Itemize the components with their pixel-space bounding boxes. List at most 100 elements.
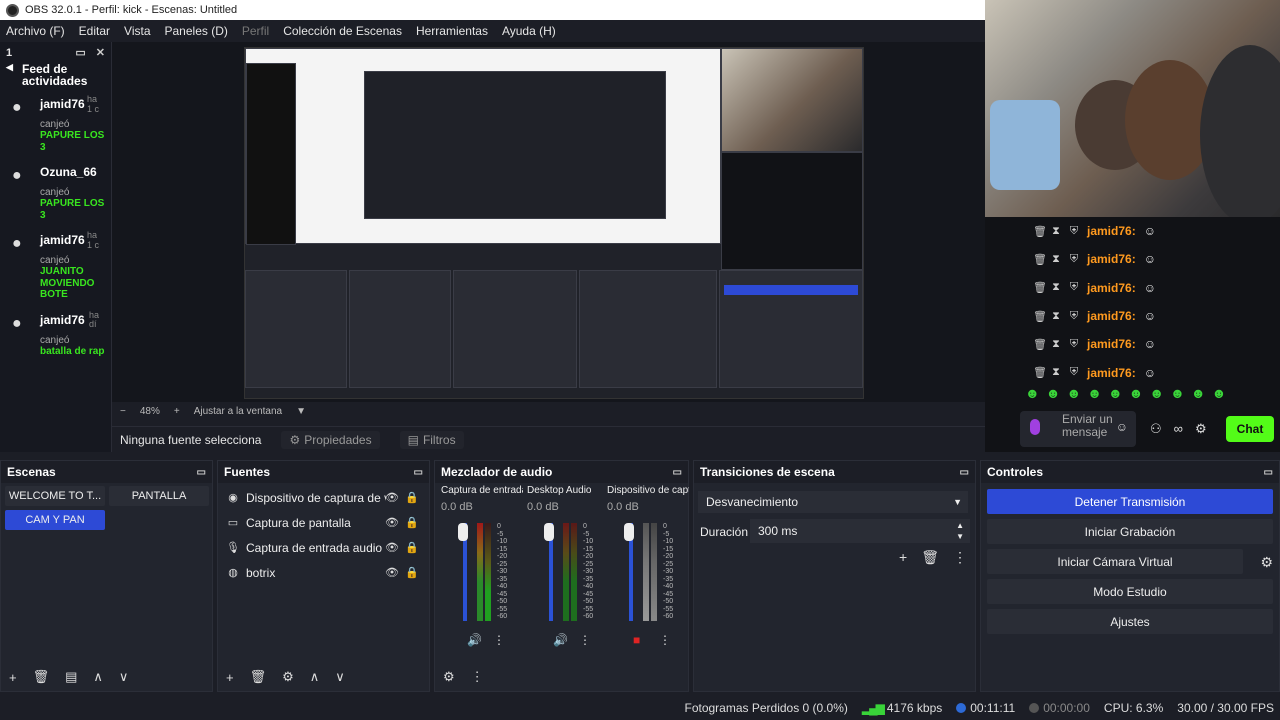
eye-icon[interactable]: 👁 — [385, 541, 399, 554]
chat-user[interactable]: jamid76: — [1087, 224, 1136, 238]
zoom-in-button[interactable]: + — [174, 406, 180, 417]
trash-icon[interactable]: 🗑 — [1033, 225, 1047, 238]
trash-icon[interactable]: 🗑 — [250, 669, 267, 685]
emote-icon[interactable]: ☻ — [1087, 385, 1102, 401]
trash-icon[interactable]: 🗑 — [1033, 281, 1047, 294]
trash-icon[interactable]: 🗑 — [33, 669, 50, 685]
gear-icon[interactable]: ⚙ — [1195, 421, 1207, 437]
menu-perfil[interactable]: Perfil — [242, 24, 269, 38]
chevron-up-icon[interactable]: ∧ — [310, 669, 320, 685]
lock-icon[interactable]: 🔒 — [405, 491, 419, 504]
source-item[interactable]: ▭ Captura de pantalla 👁 🔒 — [218, 510, 429, 535]
start-recording-button[interactable]: Iniciar Grabación — [987, 519, 1273, 544]
chat-message-input[interactable]: Enviar un mensaje ☺ — [1020, 411, 1136, 447]
scene-item[interactable]: WELCOME TO T... — [5, 486, 105, 506]
gear-icon[interactable]: ⚙ — [1260, 554, 1273, 571]
chat-user[interactable]: jamid76: — [1087, 337, 1136, 351]
emote-icon[interactable]: ☻ — [1149, 385, 1164, 401]
link-icon[interactable]: ∞ — [1174, 421, 1183, 437]
lock-icon[interactable]: 🔒 — [405, 566, 419, 579]
trash-icon[interactable]: 🗑 — [1033, 338, 1047, 351]
menu-herramientas[interactable]: Herramientas — [416, 24, 488, 38]
transition-select[interactable]: Desvanecimiento ▼ — [698, 491, 968, 513]
float-dock-icon[interactable]: ▭ — [414, 467, 423, 478]
timeout-icon[interactable]: ⧗ — [1051, 253, 1061, 266]
chevron-down-icon[interactable]: ∨ — [335, 669, 345, 685]
emote-icon[interactable]: ☻ — [1108, 385, 1123, 401]
spin-arrows-icon[interactable]: ▲ ▼ — [956, 520, 964, 542]
timeout-icon[interactable]: ⧗ — [1051, 281, 1061, 294]
source-item[interactable]: ◉ Dispositivo de captura de v 👁 🔒 — [218, 485, 429, 510]
filter-icon[interactable]: ▤ — [65, 669, 77, 685]
menu-editar[interactable]: Editar — [79, 24, 110, 38]
activity-dock-tab[interactable]: 1 — [6, 47, 12, 59]
speaker-icon[interactable]: 🔊 — [467, 633, 482, 647]
feed-user[interactable]: jamid76 — [40, 313, 111, 327]
add-icon[interactable]: + — [899, 549, 907, 566]
chat-send-button[interactable]: Chat — [1226, 416, 1274, 442]
users-icon[interactable]: ⚇ — [1150, 421, 1162, 437]
studio-mode-button[interactable]: Modo Estudio — [987, 579, 1273, 604]
settings-button[interactable]: Ajustes — [987, 609, 1273, 634]
more-options-icon[interactable]: ⋮ — [579, 633, 591, 647]
trash-icon[interactable]: 🗑 — [1033, 253, 1047, 266]
trash-icon[interactable]: 🗑 — [1033, 310, 1047, 323]
chat-user[interactable]: jamid76: — [1087, 252, 1136, 266]
lock-icon[interactable]: 🔒 — [405, 541, 419, 554]
timeout-icon[interactable]: ⧗ — [1051, 338, 1061, 351]
emote-icon[interactable]: ☻ — [1025, 385, 1040, 401]
add-icon[interactable]: + — [9, 670, 17, 685]
menu-vista[interactable]: Vista — [124, 24, 150, 38]
lock-icon[interactable]: 🔒 — [405, 516, 419, 529]
mixer-settings-icon[interactable]: ⚙ — [443, 669, 455, 685]
emote-icon[interactable]: ☻ — [1212, 385, 1227, 401]
emote-icon[interactable]: ☻ — [1170, 385, 1185, 401]
emoji-icon[interactable]: ☺ — [1116, 421, 1128, 434]
more-options-icon[interactable]: ⋮ — [953, 549, 967, 566]
gear-icon[interactable]: ⚙ — [282, 669, 294, 685]
filters-button[interactable]: ▤ Filtros — [399, 430, 464, 449]
more-options-icon[interactable]: ⋮ — [659, 633, 671, 647]
float-dock-icon[interactable]: ▭ — [197, 467, 206, 478]
chat-user[interactable]: jamid76: — [1087, 281, 1136, 295]
chevron-down-icon[interactable]: ▼ — [296, 406, 306, 417]
volume-fader-knob[interactable] — [544, 523, 554, 541]
float-dock-icon[interactable]: ▭ — [75, 46, 85, 59]
stop-streaming-button[interactable]: Detener Transmisión — [987, 489, 1273, 514]
close-dock-icon[interactable]: ✕ — [96, 46, 105, 59]
zoom-out-button[interactable]: − — [120, 406, 126, 417]
emote-icon[interactable]: ☻ — [1046, 385, 1061, 401]
timeout-icon[interactable]: ⧗ — [1051, 366, 1061, 379]
emote-icon[interactable]: ☻ — [1129, 385, 1144, 401]
menu-paneles[interactable]: Paneles (D) — [165, 24, 228, 38]
timeout-icon[interactable]: ⧗ — [1051, 225, 1061, 238]
more-options-icon[interactable]: ⋮ — [493, 633, 505, 647]
scene-item[interactable]: PANTALLA — [109, 486, 209, 506]
chevron-down-icon[interactable]: ∨ — [119, 669, 129, 685]
chat-user[interactable]: jamid76: — [1087, 309, 1136, 323]
add-icon[interactable]: + — [226, 670, 234, 685]
source-item[interactable]: ◍ botrix 👁 🔒 — [218, 560, 429, 585]
eye-icon[interactable]: 👁 — [385, 566, 399, 579]
emote-icon[interactable]: ☻ — [1066, 385, 1081, 401]
timeout-icon[interactable]: ⧗ — [1051, 310, 1061, 323]
muted-speaker-icon[interactable]: ■ — [633, 633, 640, 647]
menu-archivo[interactable]: Archivo (F) — [6, 24, 65, 38]
feed-user[interactable]: jamid76 — [40, 233, 111, 247]
preview-canvas[interactable] — [112, 42, 985, 402]
more-options-icon[interactable]: ⋮ — [471, 669, 484, 685]
properties-button[interactable]: ⚙ Propiedades — [281, 430, 380, 449]
scene-item-active[interactable]: CAM Y PAN — [5, 510, 105, 530]
duration-input[interactable]: 300 ms ▲ ▼ — [750, 519, 970, 543]
chat-user[interactable]: jamid76: — [1087, 366, 1136, 380]
eye-icon[interactable]: 👁 — [385, 491, 399, 504]
float-dock-icon[interactable]: ▭ — [673, 467, 682, 478]
source-item[interactable]: 🎙 Captura de entrada audio 👁 🔒 — [218, 535, 429, 560]
eye-icon[interactable]: 👁 — [385, 516, 399, 529]
float-dock-icon[interactable]: ▭ — [1264, 467, 1273, 478]
emote-icon[interactable]: ☻ — [1191, 385, 1206, 401]
menu-coleccion-escenas[interactable]: Colección de Escenas — [283, 24, 402, 38]
feed-user[interactable]: Ozuna_66 — [40, 165, 111, 179]
trash-icon[interactable]: 🗑 — [1033, 366, 1047, 379]
trash-icon[interactable]: 🗑 — [921, 549, 939, 566]
